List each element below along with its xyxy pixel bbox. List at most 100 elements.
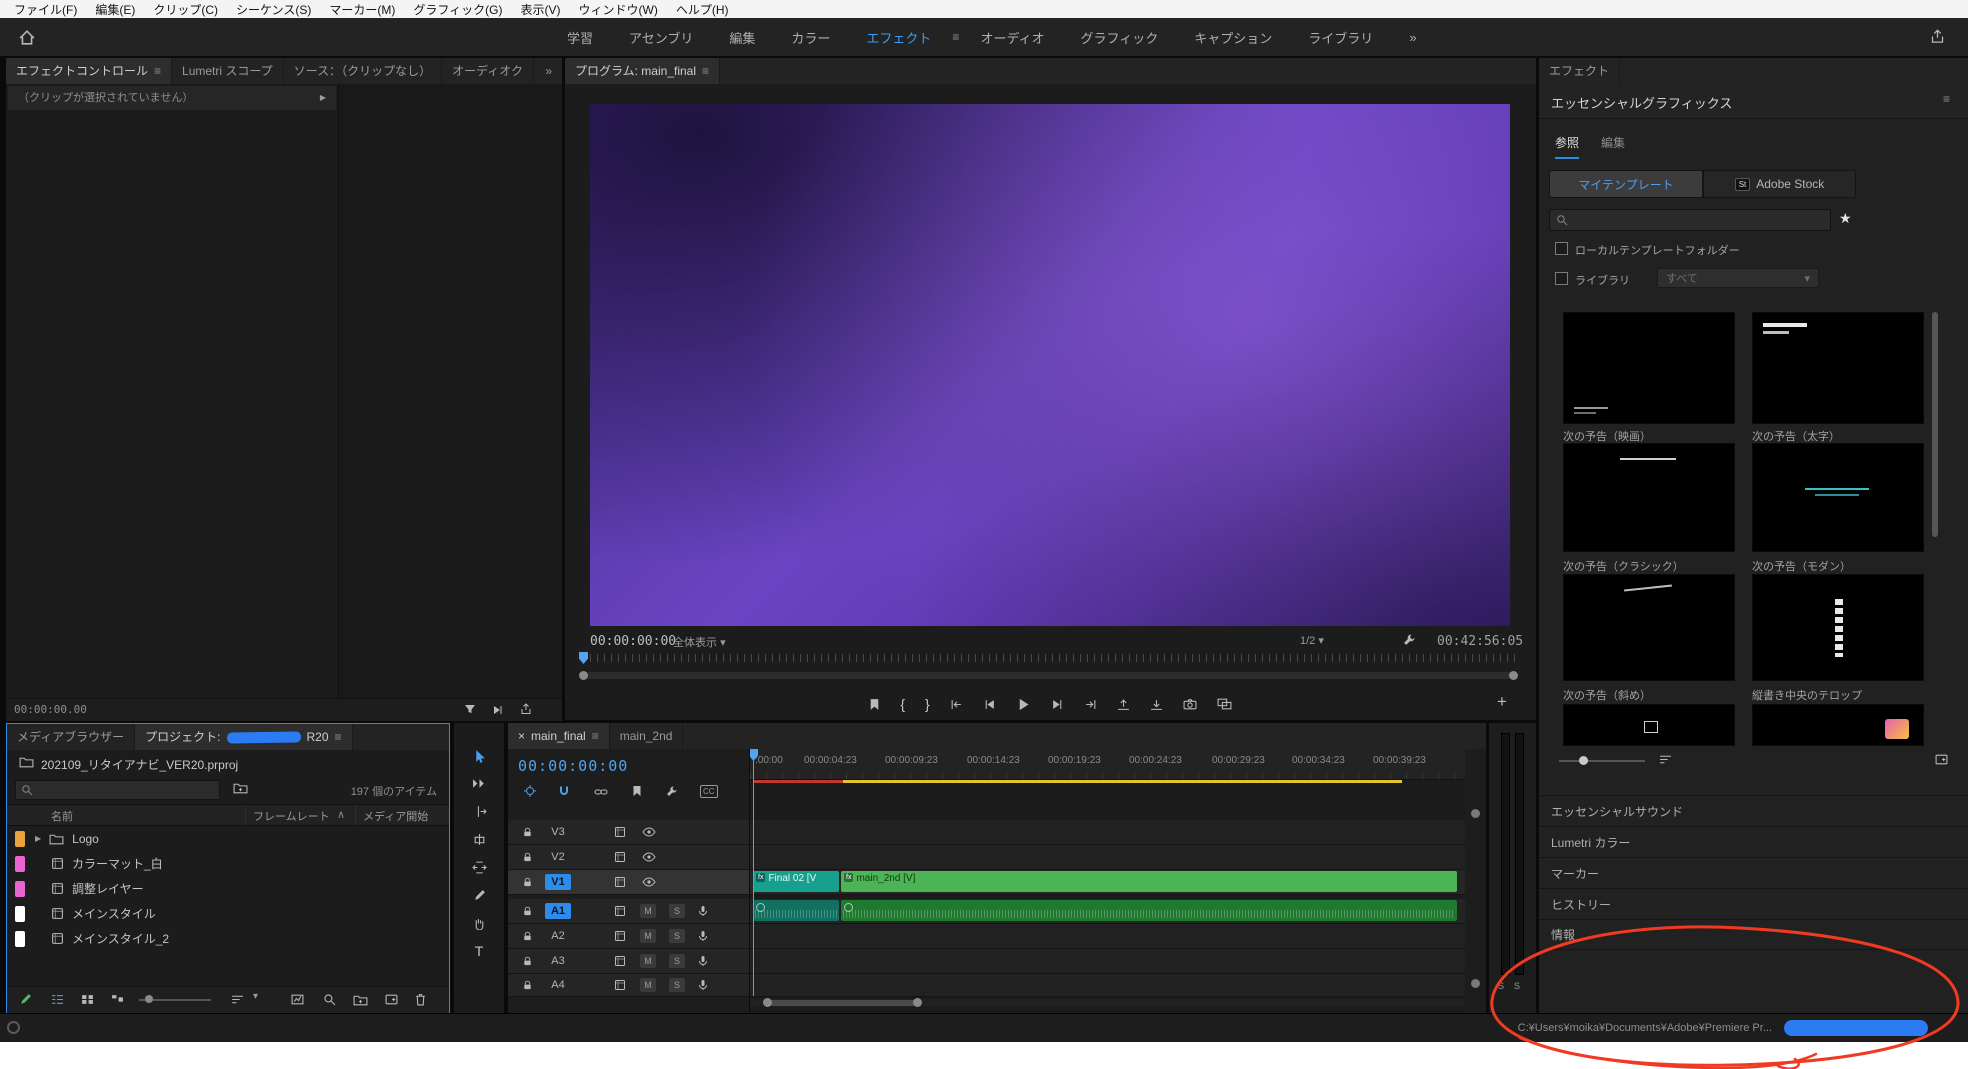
expand-chevron-icon[interactable]: ▶ (320, 86, 326, 110)
label-color-chip[interactable] (15, 930, 25, 947)
toggle-track-output-icon[interactable] (642, 877, 656, 887)
panel-menu-icon[interactable]: ≡ (702, 58, 709, 84)
template-thumb-partial-left[interactable] (1563, 704, 1735, 746)
sync-lock-icon[interactable] (614, 826, 626, 838)
menu-item-view[interactable]: 表示(V) (513, 0, 569, 20)
panel-menu-icon[interactable]: ≡ (592, 723, 599, 749)
template-thumb-next-modern[interactable] (1752, 443, 1924, 552)
play-button-icon[interactable] (1016, 697, 1031, 712)
go-to-in-icon[interactable] (950, 698, 963, 711)
export-frame-camera-icon[interactable] (1183, 698, 1197, 710)
time-ruler[interactable]: :00:00 00:00:04:23 00:00:09:23 00:00:14:… (750, 749, 1465, 780)
template-thumb-next-movie[interactable] (1563, 312, 1735, 424)
workspace-tab-color[interactable]: カラー (776, 18, 845, 56)
bin-row-logo[interactable]: ▶ Logo (7, 826, 449, 851)
automate-to-sequence-icon[interactable] (291, 994, 304, 1005)
workspace-tab-libraries[interactable]: ライブラリ (1293, 18, 1388, 56)
go-to-out-icon[interactable] (1084, 698, 1097, 711)
track-header-a1[interactable]: A1 M S (508, 899, 749, 924)
track-badge-v1[interactable]: V1 (545, 874, 571, 890)
delete-icon[interactable] (415, 993, 426, 1006)
track-lock-icon[interactable] (522, 827, 533, 838)
tab-source-monitor[interactable]: ソース：（クリップなし） (284, 58, 443, 84)
item-row-adjustment-layer[interactable]: 調整レイヤー (7, 876, 449, 901)
voiceover-mic-icon[interactable] (697, 955, 709, 967)
track-badge-a3[interactable]: A3 (545, 953, 571, 969)
linked-selection-icon[interactable] (594, 787, 608, 797)
timeline-zoom-scrollbar[interactable] (766, 1000, 919, 1006)
sync-lock-icon[interactable] (614, 930, 626, 942)
local-templates-checkbox[interactable] (1555, 242, 1568, 255)
workspace-tab-learning[interactable]: 学習 (552, 18, 608, 56)
item-row-main-style-2[interactable]: メインスタイル_2 (7, 926, 449, 951)
panel-header-essential-sound[interactable]: エッセンシャルサウンド (1539, 795, 1968, 826)
sync-lock-icon[interactable] (614, 876, 626, 888)
template-grid-scrollbar[interactable] (1932, 312, 1938, 537)
thumbnail-zoom-slider[interactable] (1559, 760, 1645, 762)
track-header-a4[interactable]: A4 M S (508, 974, 749, 997)
search-bin-icon[interactable] (233, 782, 248, 794)
label-color-chip[interactable] (15, 905, 25, 922)
voiceover-mic-icon[interactable] (697, 979, 709, 991)
program-video-frame[interactable] (590, 104, 1510, 626)
label-color-chip[interactable] (15, 855, 25, 872)
play-in-to-out-icon[interactable] (492, 704, 504, 716)
panel-header-history[interactable]: ヒストリー (1539, 888, 1968, 919)
add-button[interactable]: + (1497, 692, 1507, 712)
label-color-chip[interactable] (15, 830, 25, 847)
column-media-start[interactable]: メディア開始 (363, 808, 428, 824)
tab-program-monitor[interactable]: プログラム: main_final ≡ (565, 58, 721, 84)
tab-sequence-main-2nd[interactable]: main_2nd (610, 723, 684, 749)
thumbnail-zoom-knob[interactable] (1579, 756, 1588, 765)
project-file-name[interactable]: 202109_リタイアナビ_VER20.prproj (41, 756, 238, 773)
menu-item-file[interactable]: ファイル(F) (6, 0, 85, 20)
close-icon[interactable]: × (518, 723, 525, 749)
template-thumb-vertical-title[interactable] (1752, 574, 1924, 681)
template-search-input[interactable] (1549, 209, 1831, 231)
program-scrollbar[interactable] (582, 672, 1514, 679)
clip-final-02-video[interactable]: fx Final 02 [V (753, 871, 839, 892)
list-view-icon[interactable] (51, 994, 64, 1005)
timeline-vscroll-bottom-knob[interactable] (1471, 979, 1480, 988)
filter-icon[interactable] (464, 704, 476, 714)
template-thumb-next-bold[interactable] (1752, 312, 1924, 424)
libraries-checkbox[interactable] (1555, 272, 1568, 285)
timeline-lane-a2[interactable] (750, 924, 1465, 949)
snap-icon[interactable] (558, 785, 570, 797)
zoom-handle-left[interactable] (763, 998, 772, 1007)
zoom-handle-right[interactable] (913, 998, 922, 1007)
pen-tool-icon[interactable] (454, 889, 504, 902)
workspace-tab-assembly[interactable]: アセンブリ (614, 18, 708, 56)
type-tool[interactable]: T (454, 943, 504, 959)
track-lock-icon[interactable] (522, 980, 533, 991)
mark-in-icon[interactable]: { (900, 696, 905, 712)
solo-button[interactable]: S (669, 978, 685, 992)
panel-header-info[interactable]: 情報 (1539, 919, 1968, 950)
home-icon[interactable] (18, 28, 36, 46)
tab-lumetri-scopes[interactable]: Lumetri スコープ (172, 58, 284, 84)
toggle-track-output-icon[interactable] (642, 852, 656, 862)
timeline-lane-a1[interactable] (750, 899, 1465, 924)
lift-icon[interactable] (1117, 698, 1130, 711)
adobe-stock-button[interactable]: St Adobe Stock (1703, 170, 1856, 198)
sync-status-icon[interactable] (7, 1021, 20, 1034)
nest-toggle-icon[interactable] (524, 785, 536, 797)
timeline-settings-wrench-icon[interactable] (666, 785, 678, 797)
workspace-tab-captions[interactable]: キャプション (1179, 18, 1287, 56)
scrollbar-left-knob[interactable] (579, 671, 588, 680)
track-badge-v2[interactable]: V2 (545, 849, 571, 865)
timeline-vscroll-top-knob[interactable] (1471, 809, 1480, 818)
menu-item-window[interactable]: ウィンドウ(W) (571, 0, 666, 20)
workspace-tab-audio[interactable]: オーディオ (965, 18, 1059, 56)
label-color-chip[interactable] (15, 880, 25, 897)
program-current-timecode[interactable]: 00:00:00:00 (590, 634, 676, 649)
sort-direction-icon[interactable]: ∧ (337, 808, 345, 821)
item-row-color-matte[interactable]: カラーマット_白 (7, 851, 449, 876)
panel-overflow-chevron[interactable]: » (535, 58, 562, 84)
mark-out-icon[interactable]: } (925, 696, 930, 712)
track-header-v3[interactable]: V3 (508, 820, 749, 845)
captions-icon[interactable]: CC (700, 785, 718, 798)
track-header-a2[interactable]: A2 M S (508, 924, 749, 949)
disclosure-triangle-icon[interactable]: ▶ (35, 834, 41, 843)
track-badge-v3[interactable]: V3 (545, 824, 571, 840)
